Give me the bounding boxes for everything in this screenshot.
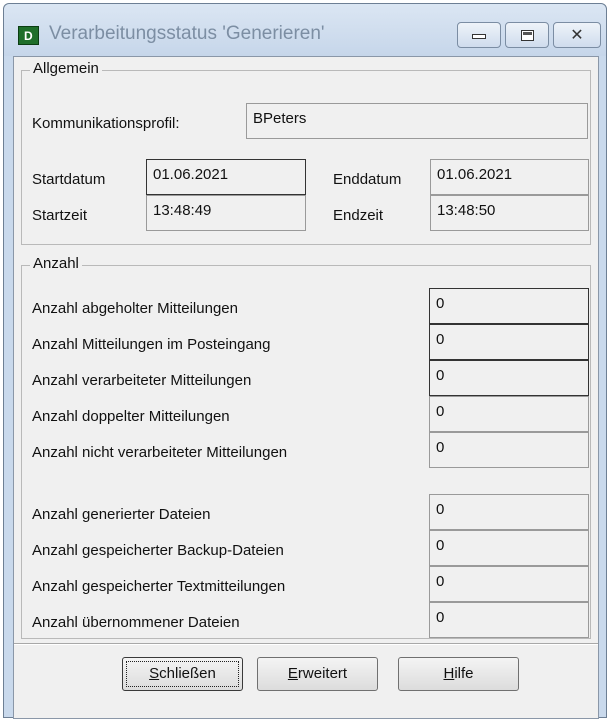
count-field-not-processed[interactable]: 0 [429, 432, 589, 468]
count-label-processed: Anzahl verarbeiteter Mitteilungen [32, 372, 252, 389]
profile-field[interactable]: BPeters [246, 103, 588, 139]
count-field-processed[interactable]: 0 [429, 360, 589, 396]
help-button-mnemonic: H [443, 665, 455, 682]
count-field-retrieved[interactable]: 0 [429, 288, 589, 324]
count-label-duplicate: Anzahl doppelter Mitteilungen [32, 408, 230, 425]
count-label-backup-files: Anzahl gespeicherter Backup-Dateien [32, 542, 284, 559]
start-date-field[interactable]: 01.06.2021 [146, 159, 306, 195]
close-window-button[interactable]: ✕ [553, 22, 601, 48]
title-bar[interactable]: D Verarbeitungsstatus 'Generieren' ✕ [4, 4, 606, 56]
count-field-inbox[interactable]: 0 [429, 324, 589, 360]
count-field-backup-files[interactable]: 0 [429, 530, 589, 566]
end-time-field[interactable]: 13:48:50 [430, 195, 589, 231]
profile-label: Kommunikationsprofil: [32, 115, 180, 132]
end-date-label: Enddatum [333, 171, 402, 188]
count-label-generated-files: Anzahl generierter Dateien [32, 506, 211, 523]
count-label-retrieved: Anzahl abgeholter Mitteilungen [32, 300, 238, 317]
app-icon-letter: D [24, 29, 33, 43]
app-icon[interactable]: D [18, 26, 39, 45]
count-group: Anzahl Anzahl abgeholter Mitteilungen 0 … [21, 255, 591, 639]
maximize-button[interactable] [505, 22, 549, 48]
count-label-not-processed: Anzahl nicht verarbeiteter Mitteilungen [32, 444, 288, 461]
minimize-icon [472, 34, 486, 39]
count-label-imported-files: Anzahl übernommener Dateien [32, 614, 240, 631]
help-button-label: ilfe [454, 665, 474, 682]
dialog-window: D Verarbeitungsstatus 'Generieren' ✕ All… [3, 3, 607, 719]
count-group-title: Anzahl [30, 255, 82, 272]
window-title: Verarbeitungsstatus 'Generieren' [49, 23, 325, 44]
advanced-button[interactable]: Erweitert [257, 657, 378, 691]
general-group: Allgemein Kommunikationsprofil: BPeters … [21, 60, 591, 245]
start-time-field[interactable]: 13:48:49 [146, 195, 306, 231]
start-time-label: Startzeit [32, 207, 88, 224]
close-icon: ✕ [570, 27, 584, 44]
focus-ring [126, 661, 239, 687]
end-date-field[interactable]: 01.06.2021 [430, 159, 589, 195]
count-field-imported-files[interactable]: 0 [429, 602, 589, 638]
count-field-generated-files[interactable]: 0 [429, 494, 589, 530]
count-field-duplicate[interactable]: 0 [429, 396, 589, 432]
end-time-label: Endzeit [333, 207, 384, 224]
minimize-button[interactable] [457, 22, 501, 48]
general-group-title: Allgemein [30, 60, 102, 77]
advanced-button-label: rweitert [297, 665, 348, 682]
count-label-inbox: Anzahl Mitteilungen im Posteingang [32, 336, 271, 353]
start-date-label: Startdatum [32, 171, 106, 188]
maximize-icon [521, 30, 534, 41]
count-label-text-messages: Anzahl gespeicherter Textmitteilungen [32, 578, 286, 595]
help-button[interactable]: Hilfe [398, 657, 519, 691]
count-field-text-messages[interactable]: 0 [429, 566, 589, 602]
button-separator [14, 643, 598, 645]
dialog-client-area: Allgemein Kommunikationsprofil: BPeters … [13, 56, 599, 719]
advanced-button-mnemonic: E [287, 665, 298, 682]
close-button[interactable]: Schließen [122, 657, 243, 691]
